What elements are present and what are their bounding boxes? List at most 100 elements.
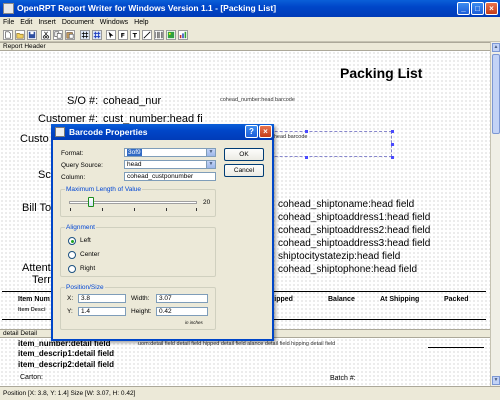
width-label: Width:: [131, 295, 150, 302]
image-icon[interactable]: [166, 30, 176, 40]
menu-windows[interactable]: Windows: [97, 17, 131, 28]
height-label: Height:: [131, 308, 152, 315]
detail-item-descrip1[interactable]: item_descrip1:detail field: [18, 349, 114, 358]
y-label: Y:: [67, 308, 73, 315]
status-bar: Position [X: 3.8, Y: 1.4] Size [W: 3.07,…: [0, 386, 500, 400]
snap-grid-icon[interactable]: [92, 30, 102, 40]
align-center-radio[interactable]: [68, 251, 76, 259]
max-length-slider[interactable]: [87, 197, 94, 207]
menu-insert[interactable]: Insert: [35, 17, 59, 28]
scroll-down-icon[interactable]: ▼: [492, 376, 500, 385]
dialog-controls: ? ×: [245, 125, 272, 138]
ship-field-address3[interactable]: cohead_shiptoaddress3:head field: [278, 238, 430, 249]
detail-item-descrip2[interactable]: item_descrip2:detail field: [18, 360, 114, 369]
window-controls: _ □ ×: [457, 2, 498, 15]
scroll-thumb[interactable]: [492, 54, 500, 134]
status-text: Position [X: 3.8, Y: 1.4] Size [W: 3.07,…: [3, 390, 136, 397]
cancel-button[interactable]: Cancel: [224, 164, 264, 177]
column-field[interactable]: cohead_custponumber: [124, 172, 216, 181]
svg-text:F: F: [121, 31, 125, 39]
sc-label[interactable]: Sc: [38, 169, 51, 181]
col-item-desc[interactable]: Item Desci: [18, 307, 46, 313]
menu-edit[interactable]: Edit: [17, 17, 35, 28]
report-title[interactable]: Packing List: [340, 65, 422, 81]
barcode-field-po[interactable]: rhead barcode: [272, 134, 307, 140]
select-icon[interactable]: [106, 30, 116, 40]
format-select[interactable]: 3of9 ▼: [124, 148, 216, 157]
chevron-down-icon[interactable]: ▼: [206, 149, 215, 156]
height-field[interactable]: 0.42: [156, 307, 208, 316]
barcode-field-so[interactable]: cohead_number:head barcode: [220, 97, 295, 103]
minimize-button[interactable]: _: [457, 2, 470, 15]
graph-icon[interactable]: [178, 30, 188, 40]
new-icon[interactable]: [3, 30, 13, 40]
dialog-title-bar: Barcode Properties ? ×: [51, 124, 274, 140]
terms-label[interactable]: Terr: [32, 274, 51, 286]
label-icon[interactable]: T: [130, 30, 140, 40]
ship-field-address2[interactable]: cohead_shiptoaddress2:head field: [278, 225, 430, 236]
selection-handle[interactable]: [391, 130, 394, 133]
close-button[interactable]: ×: [485, 2, 498, 15]
col-at-shipping[interactable]: At Shipping: [380, 296, 419, 303]
dialog-title: Barcode Properties: [69, 127, 148, 137]
selection-handle[interactable]: [305, 130, 308, 133]
field-icon[interactable]: F: [118, 30, 128, 40]
col-packed[interactable]: Packed: [444, 296, 469, 303]
menu-document[interactable]: Document: [59, 17, 97, 28]
selection-handle[interactable]: [391, 143, 394, 146]
open-icon[interactable]: [15, 30, 25, 40]
ship-field-citystatezip[interactable]: shiptocitystatezip:head field: [278, 251, 400, 262]
maximize-button[interactable]: □: [471, 2, 484, 15]
align-left-label[interactable]: Left: [80, 237, 91, 244]
copy-icon[interactable]: [53, 30, 63, 40]
paste-icon[interactable]: [65, 30, 75, 40]
grid-icon[interactable]: [80, 30, 90, 40]
app-icon: [3, 3, 14, 14]
align-center-label[interactable]: Center: [80, 251, 100, 258]
attention-label[interactable]: Attenti: [22, 262, 53, 274]
custo-label[interactable]: Custo: [20, 133, 49, 145]
col-balance[interactable]: Balance: [328, 296, 355, 303]
align-right-radio[interactable]: [68, 265, 76, 273]
section-report-header[interactable]: Report Header: [0, 42, 490, 51]
align-left-radio[interactable]: [68, 237, 76, 245]
line-icon[interactable]: [142, 30, 152, 40]
ship-field-phone[interactable]: cohead_shiptophone:head field: [278, 264, 417, 275]
align-right-label[interactable]: Right: [80, 265, 95, 272]
max-length-group: Maximum Length of Value 20: [60, 186, 216, 217]
ok-button[interactable]: OK: [224, 148, 264, 161]
position-size-group: Position/Size X: 3.8 Width: 3.07 Y: 1.4 …: [60, 284, 216, 330]
col-item-number[interactable]: Item Num: [18, 296, 50, 303]
selection-handle[interactable]: [305, 156, 308, 159]
help-button[interactable]: ?: [245, 125, 258, 138]
title-bar: OpenRPT Report Writer for Windows Versio…: [0, 0, 500, 17]
slider-tick: [166, 208, 167, 211]
bill-to-label[interactable]: Bill To: [22, 202, 51, 214]
menu-help[interactable]: Help: [131, 17, 151, 28]
packed-underline[interactable]: [428, 347, 484, 348]
selection-handle[interactable]: [391, 156, 394, 159]
detail-grid[interactable]: item_number:detail field uom:detail fiel…: [0, 338, 490, 386]
toolbar: F T: [0, 28, 500, 42]
detail-batch-label[interactable]: Batch #:: [330, 375, 356, 382]
save-icon[interactable]: [27, 30, 37, 40]
query-source-select[interactable]: head ▼: [124, 160, 216, 169]
menu-file[interactable]: File: [0, 17, 17, 28]
so-label[interactable]: S/O #:: [67, 95, 98, 107]
detail-row1-fields[interactable]: uom:detail field detail field hipped det…: [138, 341, 335, 347]
barcode-icon[interactable]: [154, 30, 164, 40]
vertical-scrollbar[interactable]: ▲ ▼: [490, 42, 500, 386]
ship-field-address1[interactable]: cohead_shiptoaddress1:head field: [278, 212, 430, 223]
cut-icon[interactable]: [41, 30, 51, 40]
ship-field-name[interactable]: cohead_shiptoname:head field: [278, 199, 414, 210]
so-field[interactable]: cohead_nur: [103, 95, 161, 107]
chevron-down-icon[interactable]: ▼: [206, 161, 215, 168]
scroll-up-icon[interactable]: ▲: [492, 43, 500, 52]
y-field[interactable]: 1.4: [78, 307, 126, 316]
width-field[interactable]: 3.07: [156, 294, 208, 303]
dialog-close-button[interactable]: ×: [259, 125, 272, 138]
query-source-value: head: [127, 161, 142, 168]
detail-carton-label[interactable]: Carton:: [20, 374, 43, 381]
x-field[interactable]: 3.8: [78, 294, 126, 303]
column-label: Column:: [61, 174, 86, 181]
